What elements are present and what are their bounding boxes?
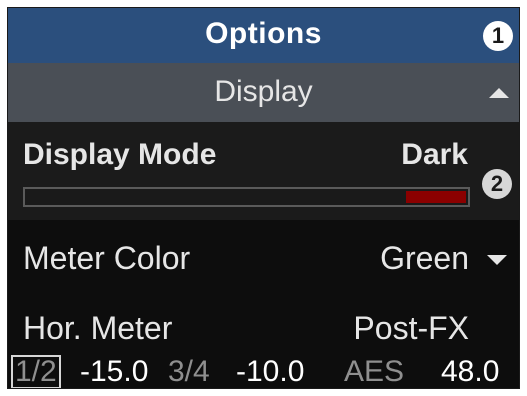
chevron-up-icon[interactable] [489,88,509,98]
display-mode-label: Display Mode [23,138,217,171]
hor-meter-value[interactable]: Post-FX [353,310,469,347]
status-ch1-label: 1/2 [11,355,61,388]
chevron-down-icon[interactable] [487,255,507,265]
options-title: Options [205,17,322,50]
status-aes-value: 48.0 [441,355,500,388]
step-1-badge: 1 [483,21,513,51]
hor-meter-row[interactable]: Hor. Meter Post-FX [8,292,519,362]
meter-color-label: Meter Color [23,240,191,276]
display-mode-slider[interactable] [23,187,470,207]
status-bar: 1/2 -15.0 3/4 -10.0 AES 48.0 [8,354,519,388]
meter-color-value[interactable]: Green [380,240,469,277]
hor-meter-label: Hor. Meter [23,310,173,346]
options-panel: Options 1 Display Display Mode Dark 2 Me… [7,7,520,389]
status-ch2-label: 3/4 [168,355,210,388]
status-aes-label: AES [344,355,405,388]
status-ch1-value: -15.0 [80,355,149,388]
display-section-header[interactable]: Display [8,63,519,122]
options-header: Options 1 [8,8,519,63]
display-mode-value: Dark [401,138,468,171]
display-mode-slider-fill [405,191,466,203]
step-2-badge: 2 [482,169,512,199]
status-ch2-value: -10.0 [236,355,305,388]
display-section-title: Display [214,75,313,108]
display-mode-row[interactable]: Display Mode Dark 2 [8,122,519,220]
meter-color-row[interactable]: Meter Color Green [8,222,519,292]
